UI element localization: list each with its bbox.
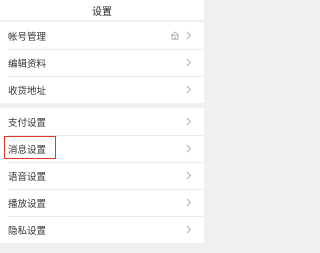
page-header: 设置 (0, 0, 204, 20)
settings-item-label: 播放设置 (8, 198, 47, 210)
chevron-right-icon (184, 144, 194, 154)
settings-item-account-management[interactable]: 帐号管理 (0, 22, 204, 49)
chevron-right-icon (184, 31, 194, 41)
settings-item-label: 语音设置 (8, 171, 47, 183)
chevron-right-icon (184, 85, 194, 95)
settings-item-payment[interactable]: 支付设置 (0, 108, 204, 135)
settings-item-playback[interactable]: 播放设置 (0, 189, 204, 216)
settings-item-label: 消息设置 (8, 144, 47, 156)
settings-item-label: 编辑资料 (8, 58, 47, 70)
chevron-right-icon (184, 117, 194, 127)
settings-item-label: 收货地址 (8, 85, 47, 97)
page-title: 设置 (92, 6, 112, 18)
settings-item-label: 隐私设置 (8, 225, 47, 237)
chevron-right-icon (184, 58, 194, 68)
settings-group-account: 帐号管理 编辑资料 收货地址 (0, 22, 204, 103)
home-icon (169, 31, 181, 41)
chevron-right-icon (184, 225, 194, 235)
settings-item-label: 帐号管理 (8, 31, 47, 43)
settings-item-voice[interactable]: 语音设置 (0, 162, 204, 189)
chevron-right-icon (184, 171, 194, 181)
chevron-right-icon (184, 198, 194, 208)
settings-item-shipping-address[interactable]: 收货地址 (0, 76, 204, 103)
settings-item-privacy[interactable]: 隐私设置 (0, 216, 204, 243)
settings-group-preferences: 支付设置 消息设置 语音设置 播放设置 隐私设置 (0, 108, 204, 243)
settings-item-edit-profile[interactable]: 编辑资料 (0, 49, 204, 76)
settings-item-message[interactable]: 消息设置 (0, 135, 204, 162)
settings-item-label: 支付设置 (8, 117, 47, 129)
